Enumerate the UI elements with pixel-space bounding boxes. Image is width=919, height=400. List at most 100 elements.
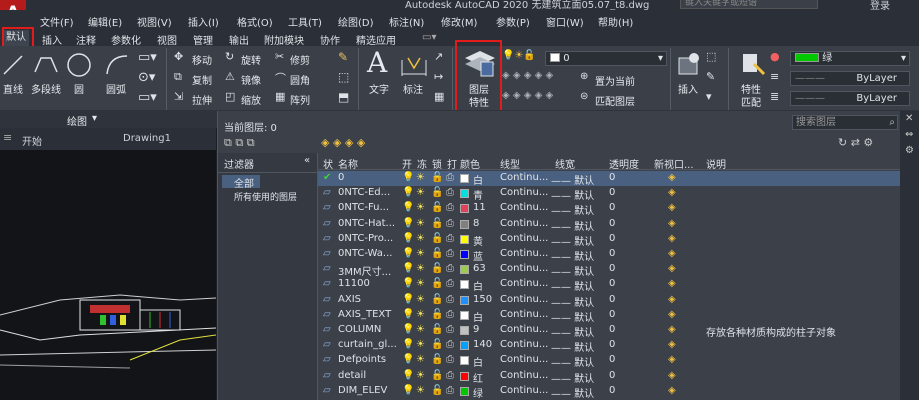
current-layer-dropdown[interactable]: 0 ▾ <box>545 51 667 66</box>
linetype[interactable]: Continu... <box>500 294 548 305</box>
col-transparency[interactable]: 透明度 <box>609 156 639 171</box>
hatch-icon[interactable]: ⊙▾ <box>138 70 155 85</box>
color-name[interactable]: 青 <box>473 187 483 202</box>
tab-addins[interactable]: 附加模块 <box>264 32 304 47</box>
unlock-icon[interactable]: 🔓 <box>431 339 443 350</box>
printer-icon[interactable]: ⎙ <box>446 218 454 229</box>
linetype[interactable]: Continu... <box>500 263 548 274</box>
color-swatch[interactable] <box>460 386 469 396</box>
lightbulb-icon[interactable]: 💡 <box>402 385 414 396</box>
drawing-canvas[interactable] <box>0 150 216 400</box>
layer-status-icon[interactable]: ▱ <box>323 385 331 396</box>
color-name[interactable]: 白 <box>473 309 483 324</box>
layer-row[interactable]: ▱ curtain_gl... 💡 ☀ 🔓 ⎙ 140 Continu... —— 默认 0 ◈ <box>318 338 901 354</box>
printer-icon[interactable]: ⎙ <box>446 354 454 365</box>
move-button[interactable]: 移动 <box>192 52 212 67</box>
transparency[interactable]: 0 <box>609 248 615 259</box>
lineweight[interactable]: —— 默认 <box>551 324 594 339</box>
printer-icon[interactable]: ⎙ <box>446 339 454 350</box>
layer-name[interactable]: AXIS_TEXT <box>338 309 391 320</box>
array-icon[interactable]: ▦ <box>275 90 285 103</box>
printer-icon[interactable]: ⎙ <box>446 248 454 259</box>
lineweight[interactable]: —— 默认 <box>551 263 594 278</box>
layer-status-icon[interactable]: ▱ <box>323 294 331 305</box>
lineweight[interactable]: —— 默认 <box>551 309 594 324</box>
linetype[interactable]: Continu... <box>500 278 548 289</box>
sun-icon[interactable]: ☀ <box>416 187 425 198</box>
polyline-icon[interactable] <box>33 52 59 78</box>
lightbulb-icon[interactable]: 💡 <box>402 218 414 229</box>
leader-icon[interactable]: ↗ <box>434 50 443 63</box>
copy-icon[interactable]: ⧉ <box>174 70 182 84</box>
color-dropdown[interactable]: 绿 ▾ <box>790 51 910 66</box>
color-name[interactable]: 白 <box>473 354 483 369</box>
transparency[interactable]: 0 <box>609 233 615 244</box>
menu-parametric[interactable]: 参数(P) <box>496 14 530 29</box>
transparency[interactable]: 0 <box>609 294 615 305</box>
color-swatch[interactable] <box>460 189 469 199</box>
sun-icon[interactable]: ☀ <box>416 294 425 305</box>
printer-icon[interactable]: ⎙ <box>446 294 454 305</box>
layer-status-icon[interactable]: ▱ <box>323 370 331 381</box>
unlock-icon[interactable]: 🔓 <box>431 324 443 335</box>
transparency[interactable]: 0 <box>609 339 615 350</box>
color-name[interactable]: 红 <box>473 370 483 385</box>
color-name[interactable]: 8 <box>473 218 479 229</box>
tab-collaborate[interactable]: 协作 <box>320 32 340 47</box>
layer-tools-row2-icons[interactable]: ◈ ◈ ◈ ◈ ◈ <box>502 90 553 101</box>
col-name[interactable]: 名称 <box>338 156 358 171</box>
lightbulb-icon[interactable]: 💡 <box>402 187 414 198</box>
color-name[interactable]: 白 <box>473 172 483 187</box>
table-icon[interactable]: ▦ <box>434 90 444 103</box>
tab-insert[interactable]: 插入 <box>42 32 62 47</box>
line-icon[interactable] <box>2 52 24 78</box>
linetype-dropdown[interactable]: ——— ByLayer <box>790 71 910 86</box>
new-vp-freeze-icon[interactable]: ◈ <box>668 278 676 289</box>
lineweight[interactable]: —— 默认 <box>551 385 594 400</box>
rotate-button[interactable]: 旋转 <box>241 52 261 67</box>
transparency[interactable]: 0 <box>609 218 615 229</box>
trim-button[interactable]: 修剪 <box>290 52 310 67</box>
match-layer-button[interactable]: 匹配图层 <box>595 93 635 108</box>
text-icon[interactable]: A <box>367 46 387 79</box>
tab-output[interactable]: 输出 <box>229 32 249 47</box>
text-label[interactable]: 文字 <box>369 81 389 96</box>
layer-name[interactable]: curtain_gl... <box>338 339 397 350</box>
layer-row[interactable]: ▱ 11100 💡 ☀ 🔓 ⎙ 白 Continu... —— 默认 0 ◈ <box>318 277 901 293</box>
sun-icon[interactable]: ☀ <box>416 248 425 259</box>
layer-status-icon[interactable]: ▱ <box>323 324 331 335</box>
layer-status-icon[interactable]: ▱ <box>323 248 331 259</box>
linetype[interactable]: Continu... <box>500 324 548 335</box>
menu-edit[interactable]: 编辑(E) <box>88 14 122 29</box>
tab-drawing1[interactable]: Drawing1 <box>123 133 171 144</box>
printer-icon[interactable]: ⎙ <box>446 187 454 198</box>
layer-name[interactable]: DIM_ELEV <box>338 385 387 396</box>
menu-tools[interactable]: 工具(T) <box>288 14 322 29</box>
sun-icon[interactable]: ☀ <box>416 385 425 396</box>
lightbulb-icon[interactable]: 💡 <box>402 294 414 305</box>
tab-overflow-icon[interactable]: ▭▾ <box>422 32 436 43</box>
lightbulb-icon[interactable]: 💡 <box>402 278 414 289</box>
new-vp-freeze-icon[interactable]: ◈ <box>668 187 676 198</box>
unlock-icon[interactable]: 🔓 <box>431 294 443 305</box>
linetype[interactable]: Continu... <box>500 233 548 244</box>
new-layer-icons[interactable]: ◈ ◈ ◈ ◈ <box>321 136 365 149</box>
lineweight[interactable]: —— 默认 <box>551 339 594 354</box>
linetype[interactable]: Continu... <box>500 187 548 198</box>
insert-block-icon[interactable] <box>676 50 702 78</box>
col-plot[interactable]: 打 <box>447 156 457 171</box>
color-swatch[interactable] <box>460 295 469 305</box>
transparency[interactable]: 0 <box>609 309 615 320</box>
color-name[interactable]: 150 <box>473 294 492 305</box>
fillet-icon[interactable]: ⌒ <box>275 70 286 86</box>
match-props-line2[interactable]: 匹配 <box>741 94 761 109</box>
menu-window[interactable]: 窗口(W) <box>546 14 584 29</box>
collapse-icon[interactable]: « <box>304 155 310 166</box>
layer-name[interactable]: 0 <box>338 172 344 183</box>
scale-icon[interactable]: ◰ <box>225 90 235 103</box>
circle-label[interactable]: 圆 <box>74 81 84 96</box>
region-icon[interactable]: ▭▾ <box>138 90 157 105</box>
menu-insert[interactable]: 插入(I) <box>188 14 219 29</box>
new-vp-freeze-icon[interactable]: ◈ <box>668 294 676 305</box>
linetype[interactable]: Continu... <box>500 218 548 229</box>
